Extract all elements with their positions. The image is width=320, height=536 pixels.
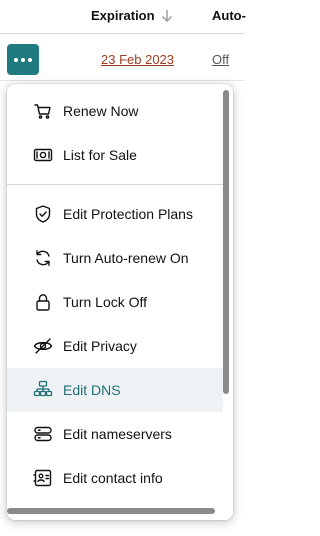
menu-item-edit-dns[interactable]: Edit DNS [7, 368, 223, 412]
menu-item-label: Edit contact info [63, 470, 163, 486]
menu-item-label: Turn Lock Off [63, 294, 148, 310]
actions-dropdown-menu: Renew Now List for Sale Edit Protection … [7, 84, 233, 520]
menu-item-label: Edit DNS [63, 382, 121, 398]
menu-item-label: Edit Protection Plans [63, 206, 193, 222]
actions-menu-button[interactable] [7, 44, 39, 75]
menu-item-edit-nameservers[interactable]: Edit nameservers [7, 412, 223, 456]
expiration-header-label: Expiration [91, 8, 155, 23]
sort-arrow-down-icon[interactable] [161, 9, 173, 23]
vertical-scrollbar[interactable] [223, 90, 229, 394]
auto-renew-column-header[interactable]: Auto- [212, 8, 246, 23]
menu-item-label: Turn Auto-renew On [63, 250, 189, 266]
dns-icon [33, 380, 53, 400]
menu-item-label: List for Sale [63, 147, 137, 163]
menu-item-edit-protection-plans[interactable]: Edit Protection Plans [7, 192, 223, 236]
expiration-column-header[interactable]: Expiration [91, 8, 173, 23]
menu-item-turn-lock-off[interactable]: Turn Lock Off [7, 280, 223, 324]
expiration-date-link[interactable]: 23 Feb 2023 [101, 52, 174, 67]
cash-icon [33, 145, 53, 165]
menu-item-label: Renew Now [63, 103, 139, 119]
table-header: Expiration Auto- [0, 0, 246, 34]
menu-item-edit-privacy[interactable]: Edit Privacy [7, 324, 223, 368]
menu-item-edit-contact-info[interactable]: Edit contact info [7, 456, 223, 500]
menu-item-turn-auto-renew-on[interactable]: Turn Auto-renew On [7, 236, 223, 280]
menu-item-list-for-sale[interactable]: List for Sale [7, 133, 223, 177]
menu-item-label: Edit nameservers [63, 426, 172, 442]
menu-item-renew-now[interactable]: Renew Now [7, 89, 223, 133]
menu-item-label: Edit Privacy [63, 338, 137, 354]
contact-card-icon [33, 468, 53, 488]
cart-icon [33, 101, 53, 121]
refresh-icon [33, 248, 53, 268]
horizontal-scrollbar[interactable] [7, 508, 215, 514]
menu-divider [7, 184, 223, 185]
eye-slash-icon [33, 336, 53, 356]
auto-renew-status-link[interactable]: Off [212, 52, 229, 67]
lock-icon [33, 292, 53, 312]
server-icon [33, 424, 53, 444]
shield-check-icon [33, 204, 53, 224]
more-dots-icon [14, 57, 32, 62]
